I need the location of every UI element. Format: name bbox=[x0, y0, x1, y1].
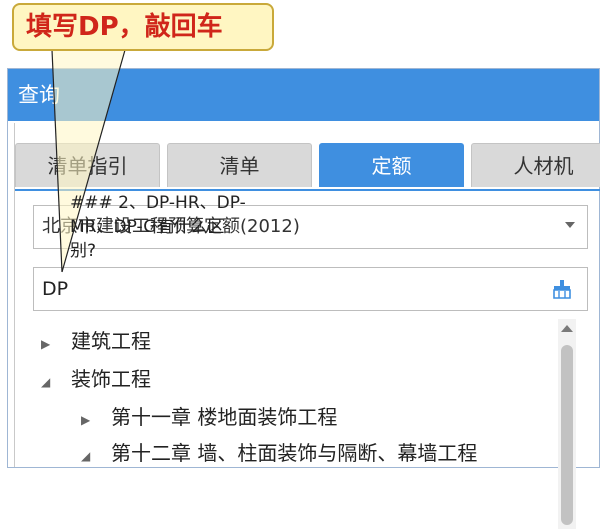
tab-labor-material-machine[interactable]: 人材机 bbox=[471, 143, 600, 187]
tree-node-building[interactable]: ▶ 建筑工程 bbox=[41, 323, 151, 359]
broom-icon[interactable] bbox=[551, 279, 573, 299]
search-input[interactable]: DP bbox=[33, 267, 588, 311]
tree-node-label: 建筑工程 bbox=[71, 329, 151, 353]
query-dialog: 查询 清单指引 清单 定额 人材机 北京市建设工程预算定额(2012) DP ▶… bbox=[7, 68, 600, 529]
tab-list-guide[interactable]: 清单指引 bbox=[15, 143, 160, 187]
caret-expanded-icon[interactable]: ◢ bbox=[81, 438, 95, 474]
tree-node-label: 第十二章 墙、柱面装饰与隔断、幕墙工程 bbox=[111, 441, 478, 465]
tree-node-chapter-11[interactable]: ▶ 第十一章 楼地面装饰工程 bbox=[81, 399, 337, 435]
overlay-text-line-1: ### 2、DP-HR、DP- bbox=[70, 193, 246, 213]
caret-expanded-icon[interactable]: ◢ bbox=[41, 364, 55, 400]
caret-right-icon[interactable]: ▶ bbox=[81, 402, 95, 438]
tree-node-label: 第十一章 楼地面装饰工程 bbox=[111, 405, 338, 429]
dialog-title: 查询 bbox=[8, 69, 599, 121]
chapter-tree: ▶ 建筑工程 ◢ 装饰工程 ▶ 第十一章 楼地面装饰工程 ◢ 第十二章 墙、柱面装饰与隔… bbox=[33, 323, 563, 523]
overlay-text-line-3: 别? bbox=[70, 241, 97, 261]
tab-underline bbox=[15, 189, 600, 191]
scroll-up-icon[interactable] bbox=[561, 325, 573, 332]
tree-scrollbar[interactable] bbox=[558, 319, 576, 529]
chevron-down-icon bbox=[565, 222, 575, 228]
tab-quota[interactable]: 定额 bbox=[319, 143, 464, 187]
caret-right-icon[interactable]: ▶ bbox=[41, 326, 55, 362]
tree-node-label: 装饰工程 bbox=[71, 367, 151, 391]
query-panel: 清单指引 清单 定额 人材机 北京市建设工程预算定额(2012) DP ▶ 建筑工… bbox=[14, 123, 600, 529]
search-value: DP bbox=[42, 278, 69, 300]
tab-list[interactable]: 清单 bbox=[167, 143, 312, 187]
tree-node-chapter-12[interactable]: ◢ 第十二章 墙、柱面装饰与隔断、幕墙工程 bbox=[81, 435, 477, 471]
tree-node-decoration[interactable]: ◢ 装饰工程 bbox=[41, 361, 151, 397]
instruction-callout: 填写DP，敲回车 bbox=[12, 3, 274, 51]
overlay-text-line-2: MR、DP-G有什么区 bbox=[70, 217, 225, 237]
tab-bar: 清单指引 清单 定额 人材机 bbox=[15, 143, 600, 189]
scroll-thumb[interactable] bbox=[561, 345, 573, 525]
